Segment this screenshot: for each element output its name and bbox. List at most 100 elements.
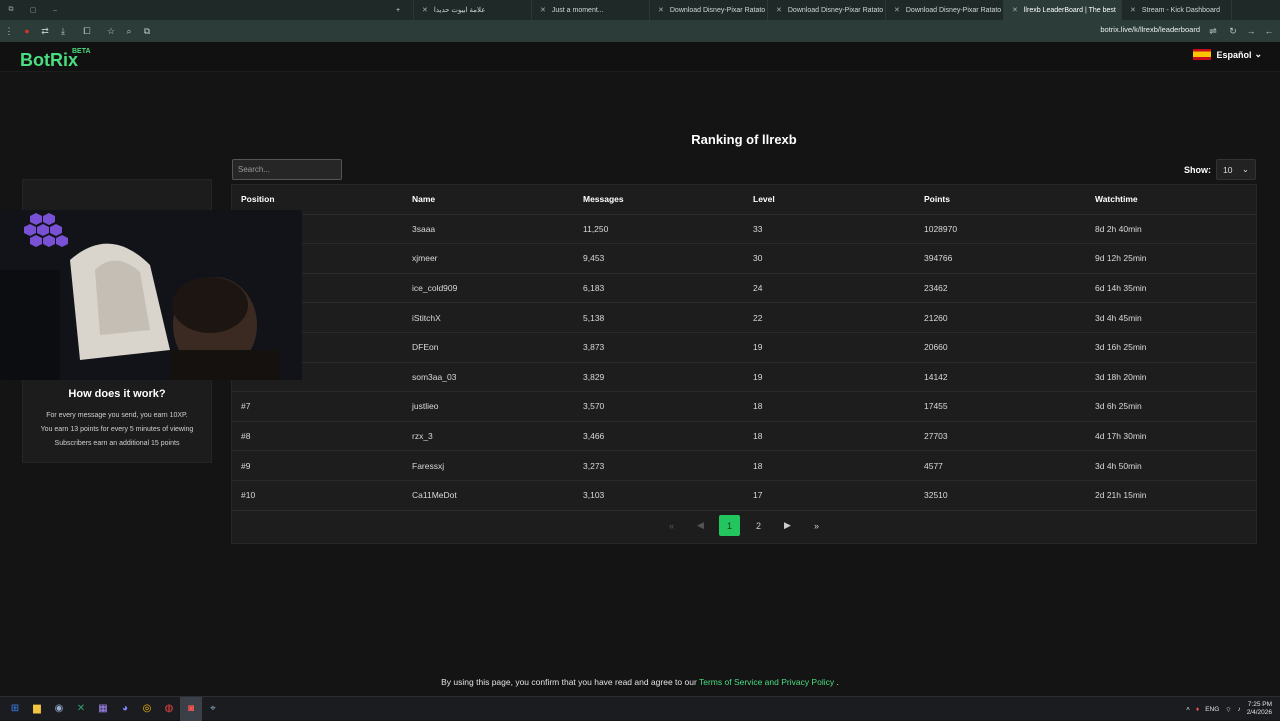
extension-icon[interactable]: ⇄	[36, 26, 54, 37]
browser-tab[interactable]: ✕ Just a moment...	[532, 0, 650, 20]
chrome-icon[interactable]: ◎	[136, 697, 158, 721]
cell-level: 19	[753, 342, 763, 353]
cell-name: justlieo	[412, 401, 439, 412]
browser-tab[interactable]: ✕ Stream - Kick Dashboard	[1122, 0, 1232, 20]
last-page-icon[interactable]: »	[806, 515, 827, 536]
forward-icon[interactable]: →	[1242, 26, 1260, 36]
first-page-icon[interactable]: «	[661, 515, 682, 536]
table-row: som3aa_03 3,829 19 14142 3d 18h 20min	[232, 363, 1256, 393]
tab-search-icon[interactable]: ▢	[22, 6, 44, 14]
leaderboard-table: Position Name Messages Level Points Watc…	[231, 184, 1257, 544]
botrix-logo[interactable]: BotRix	[20, 50, 78, 71]
chevron-up-icon[interactable]: ˄	[1186, 706, 1190, 713]
obs-icon[interactable]: ◙	[180, 696, 202, 721]
site-settings-icon[interactable]: ⇌	[1204, 26, 1222, 37]
reload-icon[interactable]: ↻	[1224, 26, 1242, 37]
cell-name: ice_cold909	[412, 283, 458, 294]
close-icon[interactable]: ✕	[1130, 6, 1136, 14]
address-bar[interactable]: botrix.live/k/llrexb/leaderboard	[1100, 25, 1200, 34]
table-row: #8 rzx_3 3,466 18 27703 4d 17h 30min	[232, 422, 1256, 452]
extensions-puzzle-icon[interactable]: ⧠	[78, 26, 96, 37]
cell-watchtime: 8d 2h 40min	[1095, 223, 1142, 234]
column-header[interactable]: Name	[412, 194, 435, 204]
close-icon[interactable]: ✕	[776, 6, 782, 14]
cell-points: 1028970	[924, 223, 958, 234]
tab-overflow-icon[interactable]: –	[44, 7, 66, 14]
cell-position: #8	[241, 431, 251, 442]
column-header[interactable]: Messages	[583, 194, 624, 204]
cell-level: 33	[753, 223, 763, 234]
cell-level: 18	[753, 460, 763, 471]
back-icon[interactable]: ←	[1260, 26, 1278, 36]
menu-dots-icon[interactable]: ⋮	[0, 26, 18, 37]
browser-tab[interactable]: ✕ Download Disney-Pixar Ratato	[768, 0, 886, 20]
cell-points: 23462	[924, 283, 948, 294]
close-icon[interactable]: ✕	[894, 6, 900, 14]
cell-level: 19	[753, 371, 763, 382]
cell-level: 17	[753, 490, 763, 501]
share-icon[interactable]: ⧉	[138, 26, 156, 37]
table-row: #7 justlieo 3,570 18 17455 3d 6h 25min	[232, 392, 1256, 422]
cell-name: Ca11MeDot	[412, 490, 457, 501]
close-icon[interactable]: ✕	[422, 6, 428, 14]
cell-watchtime: 3d 18h 20min	[1095, 371, 1147, 382]
wifi-icon[interactable]: ⌔	[1225, 705, 1231, 714]
cell-messages: 3,873	[583, 342, 605, 353]
zoom-icon[interactable]: ⌕	[120, 26, 138, 37]
steam-icon[interactable]: ◉	[48, 697, 70, 721]
network-app-icon[interactable]: ⌖	[202, 697, 224, 721]
cell-name: iStitchX	[412, 312, 441, 323]
page-title: Ranking of llrexb	[691, 132, 797, 147]
app-icon[interactable]: ◍	[158, 697, 180, 721]
show-label: Show:	[1184, 164, 1211, 175]
cell-position: #10	[241, 490, 256, 501]
column-header[interactable]: Position	[241, 194, 275, 204]
close-icon[interactable]: ✕	[658, 6, 664, 14]
previous-page-icon[interactable]: ◀	[690, 515, 711, 536]
search-input[interactable]	[232, 159, 342, 180]
column-header[interactable]: Watchtime	[1095, 194, 1138, 204]
table-row: iStitchX 5,138 22 21260 3d 4h 45min	[232, 303, 1256, 333]
new-tab-button[interactable]: +	[396, 0, 414, 20]
column-header[interactable]: Level	[753, 194, 775, 204]
microphone-icon[interactable]: ♦	[1196, 706, 1199, 713]
info-card-line: You earn 13 points for every 5 minutes o…	[40, 426, 194, 433]
browser-tab-active[interactable]: ✕ llrexb LeaderBoard | The best	[1004, 0, 1122, 20]
browser-tab[interactable]: ✕ علامة ابيوت حديدا	[414, 0, 532, 20]
page-button-current[interactable]: 1	[719, 515, 740, 536]
close-icon[interactable]: ✕	[1012, 6, 1018, 14]
table-header-row: Position Name Messages Level Points Watc…	[232, 185, 1256, 215]
download-icon[interactable]: ⤓	[54, 26, 72, 37]
cell-points: 27703	[924, 431, 948, 442]
close-icon[interactable]: ✕	[540, 6, 546, 14]
footer-consent: By using this page, you confirm that you…	[0, 677, 1280, 687]
profile-icon[interactable]: ●	[18, 26, 36, 36]
terms-link[interactable]: Terms of Service and Privacy Policy	[699, 677, 834, 687]
browser-tab[interactable]: ✕ Download Disney-Pixar Ratato	[650, 0, 768, 20]
browser-toolbar: ⋮ ● ⇄ ⤓ ⧠ ☆ ⌕ ⧉ botrix.live/k/llrexb/lea…	[0, 20, 1280, 42]
main-content: Ranking of llrexb Show: 10 ⌄ Position Na…	[0, 72, 1280, 695]
column-header[interactable]: Points	[924, 194, 950, 204]
bookmark-star-icon[interactable]: ☆	[102, 26, 120, 37]
beta-badge: BETA	[72, 48, 91, 55]
window-menu-icon[interactable]: ⧉	[0, 6, 22, 14]
cell-points: 32510	[924, 490, 948, 501]
cell-points: 4577	[924, 460, 943, 471]
volume-icon[interactable]: ♪	[1237, 706, 1240, 713]
system-clock[interactable]: 7:25 PM 2/4/2026	[1247, 701, 1272, 717]
file-explorer-icon[interactable]: ▆	[26, 697, 48, 721]
discord-icon[interactable]: ◕	[114, 697, 136, 721]
next-page-icon[interactable]: ▶	[777, 515, 798, 536]
page-button[interactable]: 2	[748, 515, 769, 536]
cell-watchtime: 6d 14h 35min	[1095, 283, 1147, 294]
windows-start-icon[interactable]: ⊞	[4, 697, 26, 721]
page-size-select[interactable]: 10 ⌄	[1216, 159, 1256, 180]
grid-app-icon[interactable]: ▦	[92, 697, 114, 721]
cell-name: xjmeer	[412, 253, 438, 264]
browser-tab[interactable]: ✕ Download Disney-Pixar Ratato	[886, 0, 1004, 20]
language-selector[interactable]: Español ⌄	[1193, 49, 1262, 60]
cell-name: DFEon	[412, 342, 439, 353]
footer-text: By using this page, you confirm that you…	[441, 677, 697, 687]
input-language[interactable]: ENG	[1205, 706, 1219, 713]
excel-icon[interactable]: ✕	[70, 697, 92, 721]
